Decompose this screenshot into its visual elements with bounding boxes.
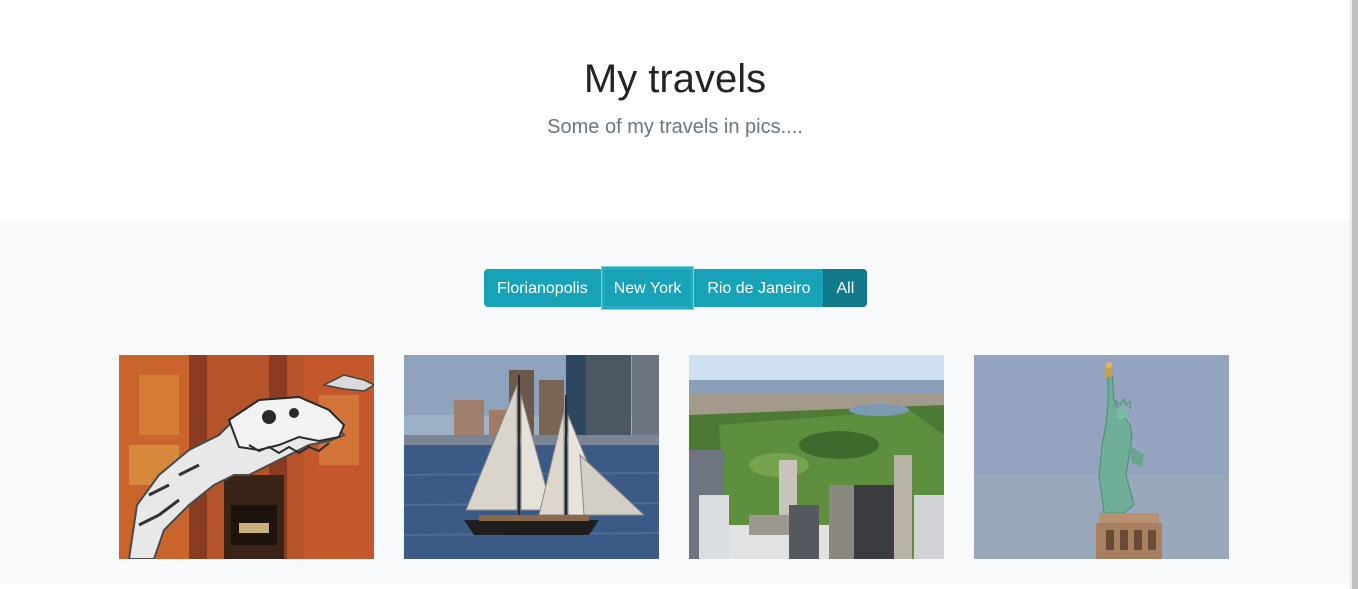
dinosaur-skeleton-image: [119, 355, 374, 559]
album-section: Florianopolis New York Rio de Janeiro Al…: [0, 221, 1350, 583]
photo-central-park[interactable]: [689, 355, 944, 559]
scrollbar-thumb[interactable]: [1352, 0, 1358, 589]
filter-new-york-button[interactable]: New York: [600, 266, 695, 310]
filter-florianopolis-button[interactable]: Florianopolis: [484, 269, 601, 307]
central-park-image: [689, 355, 944, 559]
filter-rio-de-janeiro-button[interactable]: Rio de Janeiro: [694, 269, 824, 307]
page-title: My travels: [583, 57, 767, 101]
filter-all-button[interactable]: All: [823, 269, 868, 307]
filter-button-group: Florianopolis New York Rio de Janeiro Al…: [484, 266, 868, 310]
page-subtitle: Some of my travels in pics....: [547, 116, 803, 138]
vertical-scrollbar[interactable]: [1350, 0, 1358, 589]
sailing-ship-image: [404, 355, 659, 559]
photo-statue-of-liberty[interactable]: [974, 355, 1229, 559]
page: My travels Some of my travels in pics...…: [0, 0, 1358, 589]
photo-dinosaur-skeleton[interactable]: [119, 355, 374, 559]
page-bottom: [0, 583, 1350, 589]
jumbotron: My travels Some of my travels in pics...…: [0, 0, 1350, 221]
photo-gallery: [119, 355, 1229, 559]
photo-sailing-ship[interactable]: [404, 355, 659, 559]
statue-of-liberty-image: [974, 355, 1229, 559]
